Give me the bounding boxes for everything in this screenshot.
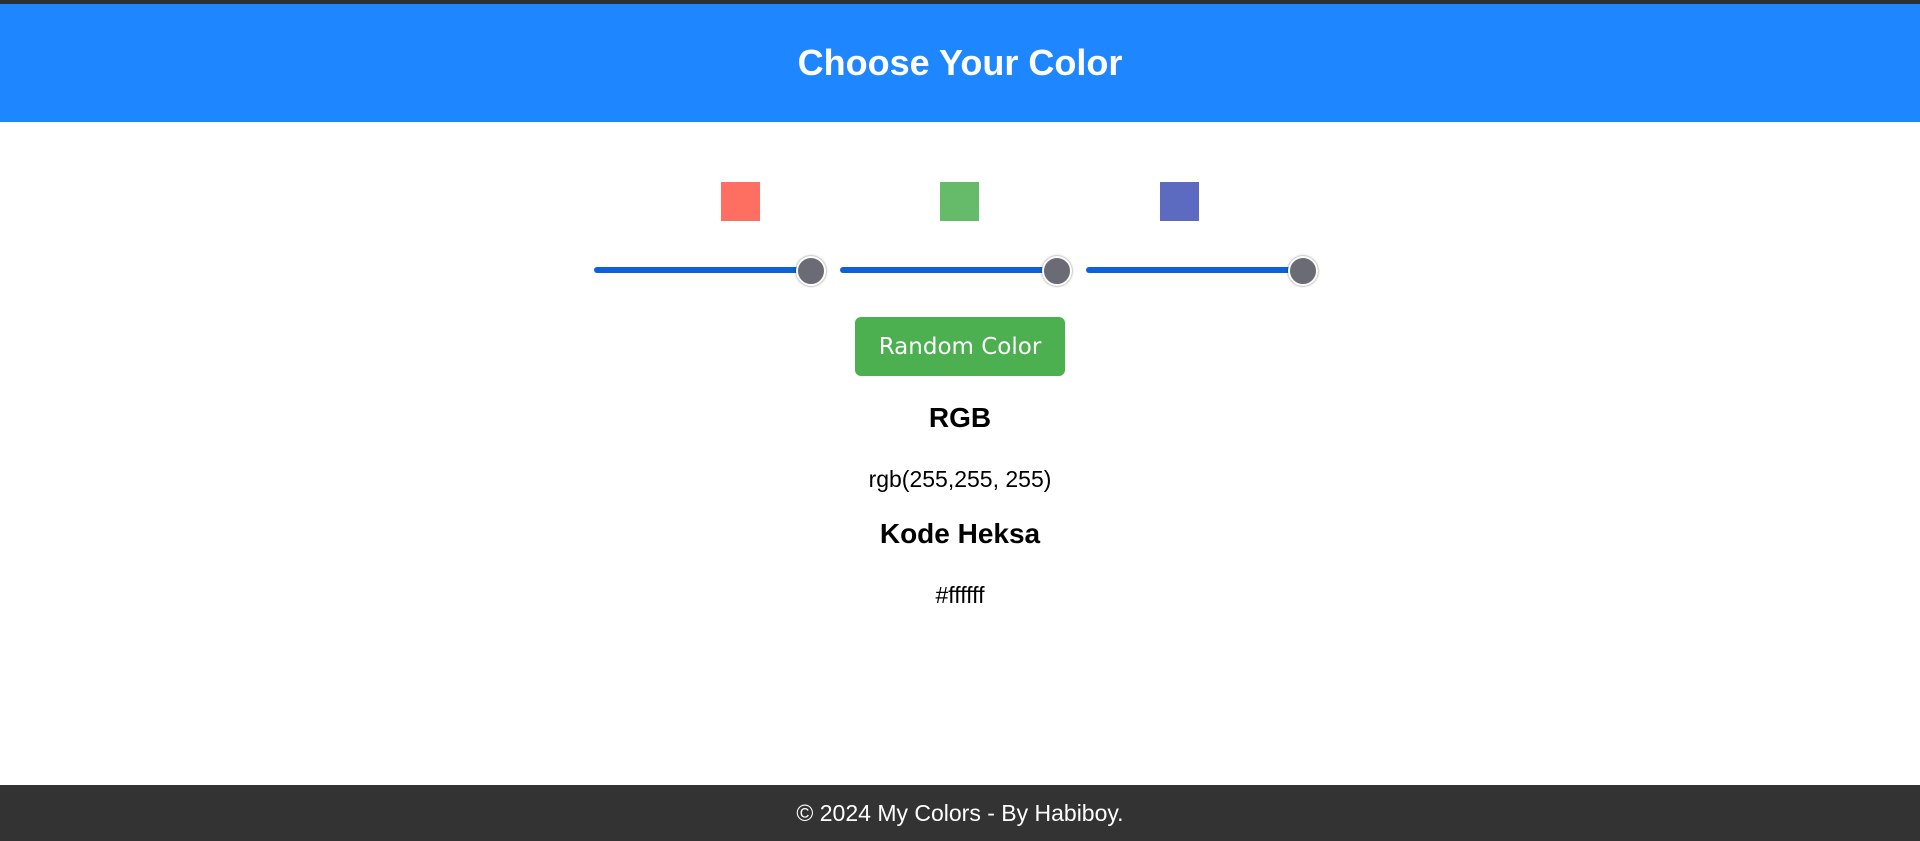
page-footer: © 2024 My Colors - By Habiboy. <box>0 785 1920 841</box>
blue-swatch <box>1160 182 1199 221</box>
page-header: Choose Your Color <box>0 4 1920 122</box>
rgb-heading: RGB <box>928 402 992 433</box>
hex-heading: Kode Heksa <box>879 518 1041 549</box>
red-slider-track <box>594 267 812 273</box>
green-slider[interactable] <box>840 256 1072 286</box>
random-color-button[interactable]: Random Color <box>855 317 1065 376</box>
page-title: Choose Your Color <box>797 42 1123 83</box>
hex-value: #ffffff <box>935 582 985 608</box>
footer-text: © 2024 My Colors - By Habiboy. <box>796 799 1124 826</box>
color-swatches <box>0 182 1920 221</box>
red-slider[interactable] <box>594 256 826 286</box>
green-swatch <box>940 182 979 221</box>
red-slider-thumb[interactable] <box>796 256 826 286</box>
blue-slider[interactable] <box>1086 256 1318 286</box>
green-slider-thumb[interactable] <box>1042 256 1072 286</box>
blue-slider-track <box>1086 267 1304 273</box>
green-slider-track <box>840 267 1058 273</box>
red-swatch <box>721 182 760 221</box>
blue-slider-thumb[interactable] <box>1288 256 1318 286</box>
rgb-value: rgb(255,255, 255) <box>868 466 1052 492</box>
